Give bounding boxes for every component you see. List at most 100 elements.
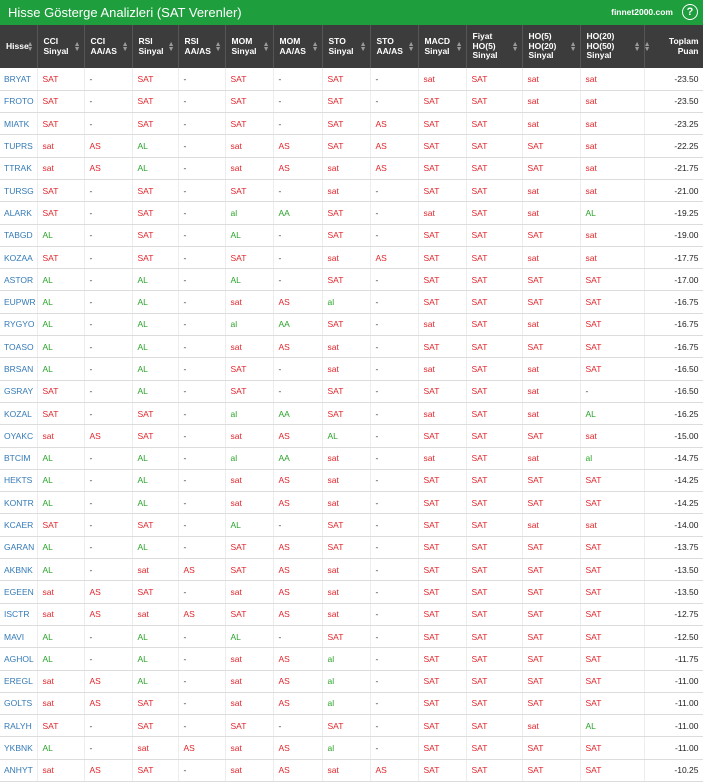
- stock-symbol-link[interactable]: EUPWR: [0, 290, 38, 314]
- stock-symbol-link[interactable]: HEKTS: [0, 469, 38, 493]
- sort-icon[interactable]: ▲ ▼: [408, 41, 415, 53]
- stock-symbol-link[interactable]: KONTR: [0, 491, 38, 515]
- signal-cell: AS: [273, 157, 323, 180]
- column-header-sto_sinyal[interactable]: STO Sinyal ▲ ▼: [322, 25, 371, 68]
- column-header-cci_sinyal[interactable]: CCI Sinyal ▲ ▼: [37, 25, 85, 68]
- stock-symbol-link[interactable]: EREGL: [0, 670, 38, 693]
- signal-cell: -: [84, 90, 133, 114]
- help-icon[interactable]: ?: [682, 4, 698, 20]
- signal-cell: sat: [522, 380, 581, 403]
- column-header-ho5_ho20[interactable]: HO(5) HO(20) Sinyal ▲ ▼: [522, 25, 581, 68]
- total-score-cell: -11.00: [644, 714, 703, 738]
- table-row: MAVI AL - AL - AL - SAT - SAT SAT SAT SAT -12.50: [0, 625, 703, 649]
- sort-icon[interactable]: ▲ ▼: [122, 41, 129, 53]
- sort-icon[interactable]: ▲ ▼: [168, 41, 175, 53]
- sort-icon[interactable]: ▲ ▼: [74, 41, 81, 53]
- stock-symbol-link[interactable]: ALARK: [0, 201, 38, 225]
- signal-cell: -: [178, 625, 226, 649]
- stock-symbol-link[interactable]: BRSAN: [0, 357, 38, 381]
- stock-symbol-link[interactable]: YKBNK: [0, 736, 38, 760]
- signal-cell: -: [273, 625, 323, 649]
- signal-cell: AL: [132, 536, 179, 560]
- total-score-cell: -21.00: [644, 179, 703, 203]
- signal-cell: al: [322, 647, 371, 671]
- sort-icon[interactable]: ▲ ▼: [456, 41, 463, 53]
- signal-cell: SAT: [225, 558, 274, 582]
- stock-symbol-link[interactable]: GARAN: [0, 536, 38, 560]
- sort-icon[interactable]: ▲ ▼: [634, 41, 641, 53]
- signal-cell: sat: [322, 179, 371, 203]
- column-header-macd_sinyal[interactable]: MACD Sinyal ▲ ▼: [418, 25, 467, 68]
- signal-cell: -: [84, 246, 133, 270]
- table-row: TOASO AL - AL - sat AS sat - SAT SAT SAT SAT -16.75: [0, 335, 703, 359]
- column-header-rsi_aaas[interactable]: RSI AA/AS ▲ ▼: [178, 25, 226, 68]
- table-row: ANHYT sat AS SAT - sat AS sat AS SAT SAT SAT SAT -10.…: [0, 759, 703, 783]
- table-row: GOLTS sat AS SAT - sat AS al - SAT SAT SAT SAT -11.00: [0, 692, 703, 716]
- signal-cell: SAT: [418, 290, 467, 314]
- signal-cell: -: [178, 179, 226, 203]
- stock-symbol-link[interactable]: MAVI: [0, 625, 38, 649]
- signal-cell: -: [84, 513, 133, 537]
- signal-cell: SAT: [132, 424, 179, 448]
- column-header-sto_aaas[interactable]: STO AA/AS ▲ ▼: [370, 25, 419, 68]
- stock-symbol-link[interactable]: TUPRS: [0, 134, 38, 158]
- signal-cell: AS: [84, 670, 133, 693]
- stock-symbol-link[interactable]: TURSG: [0, 179, 38, 203]
- stock-symbol-link[interactable]: FROTO: [0, 90, 38, 114]
- stock-symbol-link[interactable]: KOZAL: [0, 402, 38, 426]
- column-header-mom_sinyal[interactable]: MOM Sinyal ▲ ▼: [225, 25, 274, 68]
- signal-cell: AS: [273, 491, 323, 515]
- brand-link[interactable]: finnet2000.com: [611, 7, 673, 17]
- sort-icon[interactable]: ▲ ▼: [360, 41, 367, 53]
- stock-symbol-link[interactable]: RYGYO: [0, 313, 38, 337]
- sort-icon[interactable]: ▲ ▼: [27, 41, 34, 53]
- table-row: AKBNK AL - sat AS SAT AS sat - SAT SAT SAT SAT -13.50: [0, 558, 703, 582]
- table-row: BTCIM AL - AL - al AA sat - sat SAT sat al -14.75: [0, 447, 703, 470]
- signal-cell: SAT: [225, 603, 274, 626]
- signal-cell: AL: [132, 268, 179, 292]
- stock-symbol-link[interactable]: AGHOL: [0, 647, 38, 671]
- column-header-hisse[interactable]: Hisse ▲ ▼: [0, 25, 38, 68]
- signal-cell: SAT: [225, 68, 274, 91]
- column-header-fiyat_ho5[interactable]: Fiyat HO(5) Sinyal ▲ ▼: [466, 25, 523, 68]
- stock-symbol-link[interactable]: GOLTS: [0, 692, 38, 716]
- stock-symbol-link[interactable]: ASTOR: [0, 268, 38, 292]
- column-header-ho20_ho50[interactable]: HO(20) HO(50) Sinyal ▲ ▼: [580, 25, 645, 68]
- signal-cell: SAT: [522, 603, 581, 626]
- sort-icon[interactable]: ▲ ▼: [570, 41, 577, 53]
- signal-cell: al: [322, 692, 371, 716]
- sort-icon[interactable]: ▲ ▼: [215, 41, 222, 53]
- stock-symbol-link[interactable]: BTCIM: [0, 447, 38, 470]
- sort-icon[interactable]: ▲ ▼: [644, 41, 651, 53]
- stock-symbol-link[interactable]: AKBNK: [0, 558, 38, 582]
- column-header-mom_aaas[interactable]: MOM AA/AS ▲ ▼: [273, 25, 323, 68]
- signal-cell: AL: [225, 268, 274, 292]
- signal-cell: SAT: [322, 714, 371, 738]
- signal-cell: SAT: [322, 134, 371, 158]
- stock-symbol-link[interactable]: EGEEN: [0, 580, 38, 604]
- signal-cell: AS: [273, 558, 323, 582]
- signal-cell: -: [178, 313, 226, 337]
- stock-symbol-link[interactable]: RALYH: [0, 714, 38, 738]
- signal-cell: -: [84, 224, 133, 247]
- stock-symbol-link[interactable]: GSRAY: [0, 380, 38, 403]
- column-header-cci_aaas[interactable]: CCI AA/AS ▲ ▼: [84, 25, 133, 68]
- stock-symbol-link[interactable]: KCAER: [0, 513, 38, 537]
- column-header-toplam[interactable]: Toplam Puan ▲ ▼: [644, 25, 703, 68]
- sort-icon[interactable]: ▲ ▼: [312, 41, 319, 53]
- stock-symbol-link[interactable]: MIATK: [0, 112, 38, 136]
- stock-symbol-link[interactable]: TABGD: [0, 224, 38, 247]
- stock-symbol-link[interactable]: TTRAK: [0, 157, 38, 180]
- signal-cell: SAT: [37, 201, 85, 225]
- stock-symbol-link[interactable]: OYAKC: [0, 424, 38, 448]
- stock-symbol-link[interactable]: ISCTR: [0, 603, 38, 626]
- signal-cell: SAT: [225, 179, 274, 203]
- stock-symbol-link[interactable]: TOASO: [0, 335, 38, 359]
- stock-symbol-link[interactable]: ANHYT: [0, 759, 38, 783]
- stock-symbol-link[interactable]: BRYAT: [0, 68, 38, 91]
- column-header-rsi_sinyal[interactable]: RSI Sinyal ▲ ▼: [132, 25, 179, 68]
- sort-icon[interactable]: ▲ ▼: [512, 41, 519, 53]
- stock-symbol-link[interactable]: KOZAA: [0, 246, 38, 270]
- sort-icon[interactable]: ▲ ▼: [263, 41, 270, 53]
- total-score-cell: -11.00: [644, 692, 703, 716]
